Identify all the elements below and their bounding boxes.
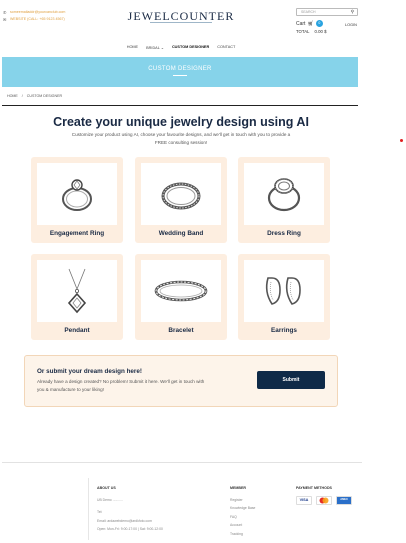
- nav-item-custom-designer[interactable]: CUSTOM DESIGNER: [172, 45, 209, 50]
- main-nav: HOME BRIDAL ⌄ CUSTOM DESIGNER CONTACT: [0, 45, 362, 50]
- amex-icon: AMEX: [336, 495, 352, 505]
- earrings-icon: [265, 277, 301, 305]
- engagement-ring-image: [37, 163, 117, 225]
- category-label: Engagement Ring: [49, 230, 105, 237]
- bracelet-icon: [154, 280, 208, 302]
- footer-member: MEMBER Register Knowledge Base FAQ Accou…: [230, 484, 280, 538]
- search-icon[interactable]: ⚲: [351, 9, 354, 15]
- footer-about-line: Tel:: [97, 510, 103, 514]
- footer-link-account[interactable]: Account: [230, 521, 280, 530]
- breadcrumb: HOME / CUSTOM DESIGNER: [7, 94, 62, 98]
- divider: [2, 105, 358, 106]
- nav-item-contact[interactable]: CONTACT: [217, 45, 235, 50]
- search-placeholder: SEARCH: [301, 10, 316, 14]
- page-banner: CUSTOM DESIGNER: [2, 57, 358, 87]
- cart-total: TOTAL 0.00 $: [296, 29, 326, 34]
- cart-button[interactable]: Cart 🛒︎ 0: [296, 20, 323, 27]
- cursor-indicator: [400, 139, 403, 142]
- footer-divider: [2, 462, 362, 463]
- category-label: Pendant: [64, 327, 90, 334]
- category-label: Bracelet: [168, 327, 194, 334]
- brand-underline: [150, 22, 212, 23]
- search-input[interactable]: SEARCH ⚲: [296, 8, 358, 16]
- nav-item-home[interactable]: HOME: [127, 45, 138, 50]
- category-card-wedding-band[interactable]: Wedding Band: [135, 157, 227, 243]
- chevron-down-icon: ⌄: [160, 46, 164, 50]
- footer-link-tracking[interactable]: Tracking: [230, 530, 280, 539]
- page-subtitle: Customize your product using AI, choose …: [71, 132, 291, 145]
- category-card-engagement-ring[interactable]: Engagement Ring: [31, 157, 123, 243]
- footer-about-title: ABOUT US: [97, 486, 116, 490]
- banner-title: CUSTOM DESIGNER: [148, 66, 212, 72]
- wedding-band-icon: [161, 182, 201, 210]
- pendant-icon: [67, 268, 87, 314]
- earrings-image: [244, 260, 324, 322]
- category-label: Earrings: [271, 327, 297, 334]
- footer-payment: PAYMENT METHODS VISA AMEX: [296, 484, 358, 505]
- payment-cards: VISA AMEX: [296, 495, 358, 505]
- cart-icon: 🛒︎: [307, 20, 314, 27]
- category-card-bracelet[interactable]: Bracelet: [135, 254, 227, 340]
- total-label: TOTAL: [296, 29, 310, 34]
- footer-vertical-divider: [88, 478, 89, 540]
- login-link[interactable]: LOGIN: [345, 23, 357, 27]
- wedding-band-image: [141, 163, 221, 225]
- footer-about-email[interactable]: Email: ardawebdemo@ardkfoto.com: [97, 517, 217, 526]
- footer-link-register[interactable]: Register: [230, 496, 280, 505]
- mastercard-icon: [316, 495, 332, 505]
- banner-underline: [173, 75, 187, 76]
- engagement-ring-icon: [62, 179, 92, 211]
- cart-label: Cart: [296, 20, 306, 27]
- breadcrumb-current: CUSTOM DESIGNER: [26, 94, 63, 98]
- visa-icon: VISA: [296, 495, 312, 505]
- nav-item-bridal[interactable]: BRIDAL ⌄: [146, 45, 164, 50]
- total-currency: $: [324, 29, 327, 34]
- footer-member-title: MEMBER: [230, 486, 246, 490]
- cart-count-badge: 0: [315, 20, 323, 27]
- page: ✆ someemailaddr@yourcanclub.com ✉ WEBSIT…: [0, 0, 362, 543]
- submit-title: Or submit your dream design here!: [37, 368, 142, 375]
- breadcrumb-home[interactable]: HOME: [7, 94, 18, 98]
- footer-payment-title: PAYMENT METHODS: [296, 486, 332, 490]
- category-card-pendant[interactable]: Pendant: [31, 254, 123, 340]
- bracelet-image: [141, 260, 221, 322]
- total-value: 0.00: [314, 29, 323, 34]
- category-card-earrings[interactable]: Earrings: [238, 254, 330, 340]
- breadcrumb-separator: /: [21, 94, 23, 98]
- page-title: Create your unique jewelry design using …: [53, 115, 309, 129]
- footer-link-knowledge-base[interactable]: Knowledge Base: [230, 504, 280, 513]
- category-card-dress-ring[interactable]: Dress Ring: [238, 157, 330, 243]
- site-header: ✆ someemailaddr@yourcanclub.com ✉ WEBSIT…: [0, 0, 362, 40]
- category-label: Dress Ring: [267, 230, 301, 237]
- pendant-image: [37, 260, 117, 322]
- submit-design-panel: Or submit your dream design here! Alread…: [24, 355, 338, 407]
- footer-about-line: UB Demo ...........: [97, 497, 124, 502]
- footer-about: ABOUT US UB Demo ........... Tel: Email:…: [97, 484, 217, 534]
- submit-button[interactable]: Submit: [257, 371, 325, 389]
- category-label: Wedding Band: [158, 230, 204, 237]
- dress-ring-image: [244, 163, 324, 225]
- footer-about-hours: Open: Mon-Fri: 9:00-17:00 | Sat: 9:00-12…: [97, 527, 163, 531]
- dress-ring-icon: [267, 178, 301, 212]
- submit-text: Already have a design created? No proble…: [37, 379, 205, 392]
- footer-link-faq[interactable]: FAQ: [230, 513, 280, 522]
